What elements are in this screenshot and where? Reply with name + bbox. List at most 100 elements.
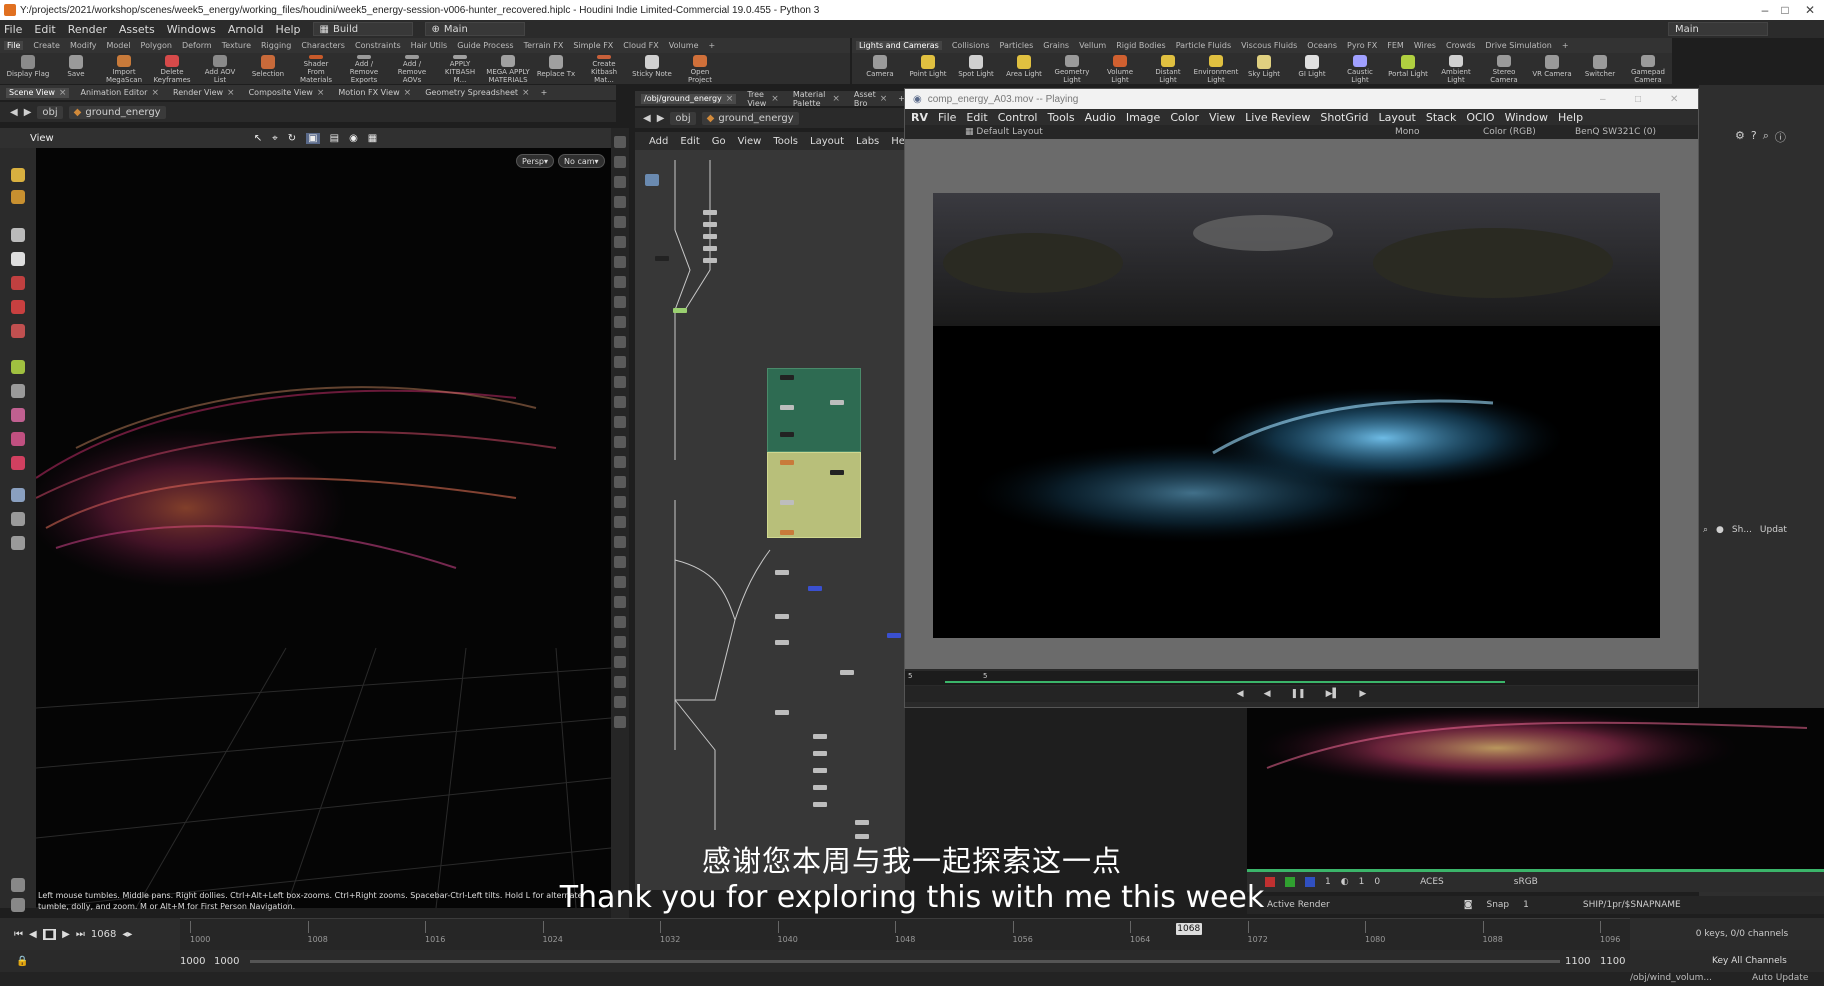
play-reverse-icon[interactable]: ◀ <box>29 929 37 940</box>
camera-menu[interactable]: No cam ▾ <box>558 154 605 168</box>
rv-menu-item[interactable]: ShotGrid <box>1320 111 1368 124</box>
viewer-tool-icon[interactable] <box>614 316 626 328</box>
network-node[interactable] <box>703 246 717 251</box>
network-node[interactable] <box>673 308 687 313</box>
jump-end-icon[interactable]: ⏭ <box>76 929 85 940</box>
viewer-tool-icon[interactable] <box>614 276 626 288</box>
network-node[interactable] <box>703 258 717 263</box>
range-end2-field[interactable]: 1100 <box>1600 956 1625 967</box>
viewer-tool-icon[interactable] <box>614 416 626 428</box>
pane-tab[interactable]: Scene View × <box>6 87 70 98</box>
network-editor[interactable] <box>635 150 905 890</box>
add-tab-icon[interactable]: + <box>541 88 548 97</box>
close-tab-icon[interactable]: × <box>522 88 530 98</box>
rv-menu-item[interactable]: View <box>1209 111 1235 124</box>
close-button[interactable]: ✕ <box>1790 0 1824 20</box>
rv-step-forward-icon[interactable]: ▶ <box>1359 689 1366 699</box>
range-start2-field[interactable]: 1000 <box>214 956 239 967</box>
stop-icon[interactable]: ■ <box>42 928 57 940</box>
close-tab-icon[interactable]: × <box>59 88 67 98</box>
orbit-icon[interactable] <box>11 512 25 526</box>
range-slider[interactable] <box>250 960 1560 963</box>
shelf-tab[interactable]: Simple FX <box>573 41 613 50</box>
menu-arnold[interactable]: Arnold <box>228 23 264 36</box>
viewer-tool-icon[interactable] <box>614 656 626 668</box>
viewer-tool-icon[interactable] <box>614 676 626 688</box>
zoom-icon[interactable]: ⌕ <box>1763 129 1769 145</box>
display-options-icon[interactable]: ▤ <box>330 133 339 144</box>
network-node[interactable] <box>840 670 854 675</box>
desktop-main-select[interactable]: ⊕ Main <box>424 22 525 36</box>
rv-menu-item[interactable]: Layout <box>1378 111 1415 124</box>
shelf-tab[interactable]: Hair Utils <box>411 41 448 50</box>
shelf-tab[interactable]: FEM <box>1387 41 1404 50</box>
rv-pause-icon[interactable]: ❚❚ <box>1290 689 1305 699</box>
shelf-tool[interactable]: GI Light <box>1290 53 1334 84</box>
viewer-tool-icon[interactable] <box>614 376 626 388</box>
network-node[interactable] <box>855 820 869 825</box>
shelf-tab[interactable]: Lights and Cameras <box>856 41 942 50</box>
sculpt-tool-icon[interactable] <box>11 384 25 398</box>
zoom-icon[interactable]: ⌕ <box>1703 525 1708 535</box>
shelf-tab[interactable]: Model <box>107 41 131 50</box>
shelf-tab[interactable]: Volume <box>669 41 699 50</box>
shelf-tab[interactable]: Particle Fluids <box>1176 41 1231 50</box>
shelf-tool[interactable]: Portal Light <box>1386 53 1430 84</box>
network-node[interactable] <box>775 570 789 575</box>
network-node[interactable] <box>780 375 794 380</box>
shelf-tool[interactable]: Distant Light <box>1146 53 1190 84</box>
network-node[interactable] <box>703 222 717 227</box>
viewer-tool-icon[interactable] <box>614 176 626 188</box>
move-tool-icon[interactable] <box>11 252 25 266</box>
desktop-build-select[interactable]: ▦ Build <box>312 22 413 36</box>
shelf-tool[interactable]: Switcher <box>1578 53 1622 84</box>
network-node[interactable] <box>780 500 794 505</box>
network-box-green[interactable] <box>767 368 861 452</box>
shelf-tab[interactable]: Terrain FX <box>524 41 564 50</box>
timeline-ruler[interactable]: 1068 1000 1008 1016 1024 1032 1040 1048 1056 106… <box>180 918 1630 950</box>
shelf-tool[interactable]: Camera <box>858 53 902 84</box>
rv-menu-item[interactable]: OCIO <box>1466 111 1494 124</box>
viewer-tool-icon[interactable] <box>614 576 626 588</box>
shelf-tab[interactable]: Pyro FX <box>1347 41 1377 50</box>
net-menu-item[interactable]: Add <box>649 136 668 147</box>
menu-file[interactable]: File <box>4 23 22 36</box>
shelf-tool[interactable]: Display Flag <box>6 53 50 84</box>
rv-step-back-icon[interactable]: ◀ <box>1237 689 1244 699</box>
rv-menu-item[interactable]: Window <box>1505 111 1548 124</box>
shelf-tab[interactable]: Constraints <box>355 41 401 50</box>
network-node[interactable] <box>813 734 827 739</box>
shelf-tool[interactable]: Sticky Note <box>630 53 674 84</box>
shelf-tab[interactable]: Grains <box>1043 41 1069 50</box>
network-node[interactable] <box>813 768 827 773</box>
snap-icon[interactable]: ▣ <box>306 132 320 144</box>
scale-tool-icon[interactable] <box>11 300 25 314</box>
pane-tab[interactable]: Animation Editor × <box>77 88 162 98</box>
right-desktop-select[interactable]: Main <box>1668 22 1768 36</box>
viewer-tool-icon[interactable] <box>614 476 626 488</box>
camera-icon[interactable]: ◉ <box>349 133 358 144</box>
network-node[interactable] <box>813 751 827 756</box>
magnet-icon[interactable] <box>11 456 25 470</box>
viewer-tool-icon[interactable] <box>614 216 626 228</box>
viewer-tool-icon[interactable] <box>614 496 626 508</box>
rv-menu-item[interactable]: Help <box>1558 111 1583 124</box>
viewer-tool-icon[interactable] <box>614 636 626 648</box>
viewer-tool-icon[interactable] <box>614 156 626 168</box>
step-icon[interactable]: ◂▸ <box>122 929 132 940</box>
rv-maximize-button[interactable]: □ <box>1635 94 1641 105</box>
rv-timeline[interactable]: 5 5 <box>905 671 1698 685</box>
network-node[interactable] <box>780 432 794 437</box>
network-node[interactable] <box>813 785 827 790</box>
viewer-tool-icon[interactable] <box>614 236 626 248</box>
shelf-tool[interactable]: Open Project <box>678 53 722 84</box>
network-node[interactable] <box>830 400 844 405</box>
shelf-tool[interactable]: Replace Tx <box>534 53 578 84</box>
viewer-tool-icon[interactable] <box>614 436 626 448</box>
close-tab-icon[interactable]: × <box>404 88 412 98</box>
network-node[interactable] <box>775 614 789 619</box>
shelf-tab[interactable]: Rigging <box>261 41 291 50</box>
pane-tab[interactable]: Geometry Spreadsheet × <box>422 88 532 98</box>
shelf-tool[interactable]: Spot Light <box>954 53 998 84</box>
path-root[interactable]: obj <box>37 105 63 119</box>
